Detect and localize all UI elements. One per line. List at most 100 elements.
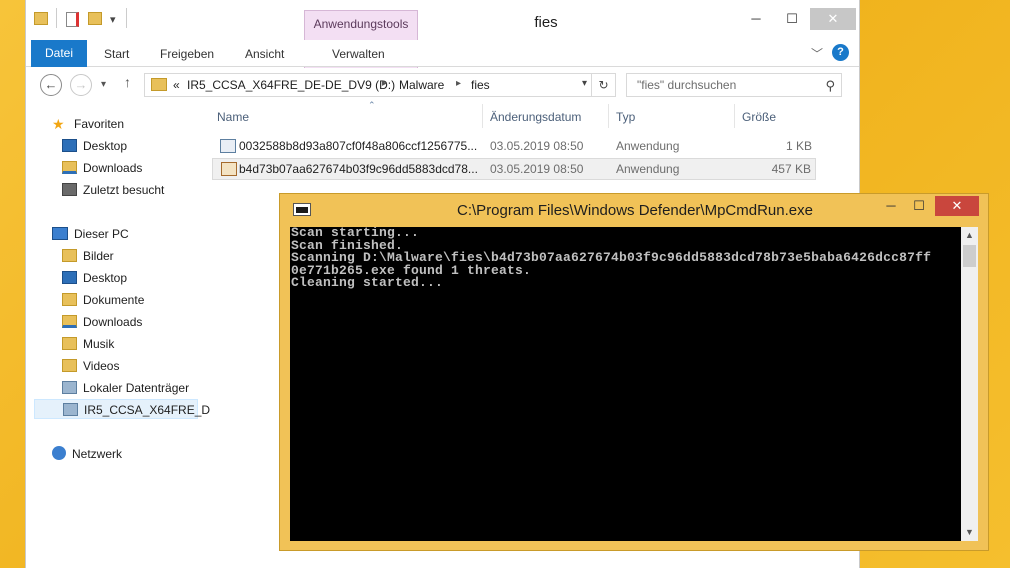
column-header-date[interactable]: Änderungsdatum xyxy=(490,110,581,124)
ribbon-expand-icon[interactable]: ﹀ xyxy=(811,45,823,62)
scroll-up-icon[interactable]: ▲ xyxy=(961,227,978,244)
sidebar-item-label: Musik xyxy=(83,337,115,351)
sidebar-item-pictures[interactable]: Bilder xyxy=(62,246,114,266)
scroll-down-icon[interactable]: ▼ xyxy=(961,524,978,541)
address-bar[interactable]: « IR5_CCSA_X64FRE_DE-DE_DV9 (D:) ▸ Malwa… xyxy=(144,73,616,97)
downloads-icon xyxy=(62,161,77,174)
desktop-icon xyxy=(62,271,77,284)
properties-icon[interactable] xyxy=(66,12,79,27)
sidebar-item-label: Desktop xyxy=(83,139,128,153)
file-name: 0032588b8d93a807cf0f48a806ccf1256775... xyxy=(239,139,478,153)
new-folder-icon[interactable] xyxy=(88,12,102,25)
address-separator-icon[interactable]: ▸ xyxy=(456,78,461,89)
search-input[interactable]: "fies" durchsuchen ⚲ xyxy=(626,73,842,97)
recent-places-icon xyxy=(62,183,77,196)
minimize-button[interactable]: ─ xyxy=(742,8,770,30)
up-button[interactable]: ↑ xyxy=(124,74,131,90)
file-size: 1 KB xyxy=(785,139,812,153)
sidebar-item-pc-downloads[interactable]: Downloads xyxy=(62,312,142,332)
quick-access-dropdown-icon[interactable]: ▾ xyxy=(110,13,116,26)
sidebar-item-network[interactable]: Netzwerk xyxy=(52,444,122,464)
sidebar-item-label: Netzwerk xyxy=(72,447,123,461)
explorer-titlebar: ▾ Anwendungstools fies ─ ☐ ✕ xyxy=(26,0,859,68)
tab-file[interactable]: Datei xyxy=(31,40,87,67)
column-header-size[interactable]: Größe xyxy=(742,110,776,124)
sidebar-item-videos[interactable]: Videos xyxy=(62,356,119,376)
table-row[interactable]: b4d73b07aa627674b03f9c96dd5883dcd78... 0… xyxy=(212,158,816,180)
sidebar-item-label: Desktop xyxy=(83,271,128,285)
column-divider[interactable] xyxy=(734,104,735,128)
column-divider[interactable] xyxy=(482,104,483,128)
computer-icon xyxy=(52,227,68,240)
context-tab-label: Anwendungstools xyxy=(313,17,409,31)
videos-folder-icon xyxy=(62,359,77,372)
toolbar-divider xyxy=(56,8,57,28)
file-date: 03.05.2019 08:50 xyxy=(490,139,584,153)
dvd-drive-icon xyxy=(63,403,78,416)
sidebar-item-dvd-drive[interactable]: IR5_CCSA_X64FRE_D xyxy=(34,399,210,419)
back-button[interactable]: ← xyxy=(40,74,62,96)
address-segment-drive[interactable]: IR5_CCSA_X64FRE_DE-DE_DV9 (D:) xyxy=(187,78,395,92)
navigation-pane: ★ Favoriten Desktop Downloads Zuletzt bes… xyxy=(26,102,210,568)
console-scrollbar[interactable]: ▲ ▼ xyxy=(961,227,978,541)
tab-manage[interactable]: Verwalten xyxy=(332,47,385,61)
search-icon[interactable]: ⚲ xyxy=(825,78,835,94)
recent-locations-icon[interactable]: ▾ xyxy=(101,79,106,90)
help-icon[interactable]: ? xyxy=(832,44,849,61)
column-header-name[interactable]: Name xyxy=(217,110,249,124)
console-close-button[interactable]: ✕ xyxy=(935,196,979,216)
sidebar-item-label: Downloads xyxy=(83,161,143,175)
star-icon: ★ xyxy=(52,116,65,132)
file-date: 03.05.2019 08:50 xyxy=(490,162,584,176)
forward-button[interactable]: → xyxy=(70,74,92,96)
sidebar-item-label: Videos xyxy=(83,359,120,373)
sidebar-item-desktop[interactable]: Desktop xyxy=(62,136,127,156)
column-header-type[interactable]: Typ xyxy=(616,110,635,124)
sidebar-item-label: Zuletzt besucht xyxy=(83,183,165,197)
file-name: b4d73b07aa627674b03f9c96dd5883dcd78... xyxy=(239,162,478,176)
sidebar-item-documents[interactable]: Dokumente xyxy=(62,290,144,310)
close-button[interactable]: ✕ xyxy=(810,8,856,30)
tab-start[interactable]: Start xyxy=(104,47,129,61)
sidebar-item-this-pc[interactable]: Dieser PC xyxy=(52,224,129,244)
sidebar-item-favorites[interactable]: ★ Favoriten xyxy=(52,114,124,134)
console-minimize-button[interactable]: ─ xyxy=(878,196,904,216)
address-overflow[interactable]: « xyxy=(173,78,180,92)
file-type: Anwendung xyxy=(616,139,680,153)
downloads-icon xyxy=(62,315,77,328)
address-segment-fies[interactable]: fies xyxy=(471,78,490,92)
sidebar-item-pc-desktop[interactable]: Desktop xyxy=(62,268,127,288)
network-icon xyxy=(52,446,66,460)
table-row[interactable]: 0032588b8d93a807cf0f48a806ccf1256775... … xyxy=(212,136,816,158)
console-maximize-button[interactable]: ☐ xyxy=(906,196,932,216)
sidebar-item-recent[interactable]: Zuletzt besucht xyxy=(62,180,164,200)
address-dropdown-icon[interactable]: ▾ xyxy=(582,78,587,89)
ribbon: Datei Start Freigeben Ansicht Verwalten … xyxy=(26,40,859,67)
sidebar-item-downloads[interactable]: Downloads xyxy=(62,158,142,178)
address-separator-icon[interactable]: ▸ xyxy=(382,78,387,89)
maximize-button[interactable]: ☐ xyxy=(778,8,806,30)
refresh-icon[interactable]: ↻ xyxy=(591,74,615,96)
address-segment-malware[interactable]: Malware xyxy=(399,78,444,92)
documents-folder-icon xyxy=(62,293,77,306)
tab-share[interactable]: Freigeben xyxy=(160,47,214,61)
sidebar-item-label: Dokumente xyxy=(83,293,145,307)
scrollbar-thumb[interactable] xyxy=(963,245,976,267)
column-divider[interactable] xyxy=(608,104,609,128)
pictures-folder-icon xyxy=(62,249,77,262)
sidebar-item-label: Bilder xyxy=(83,249,114,263)
sidebar-item-local-disk[interactable]: Lokaler Datenträger xyxy=(62,378,189,398)
file-size: 457 KB xyxy=(771,162,811,176)
folder-icon xyxy=(151,78,167,91)
console-line: Cleaning started... xyxy=(291,275,444,291)
music-folder-icon xyxy=(62,337,77,350)
sidebar-item-label: Lokaler Datenträger xyxy=(83,381,190,395)
console-output[interactable]: Scan starting... Scan finished. Scanning… xyxy=(290,227,961,541)
window-title: fies xyxy=(534,14,558,31)
sidebar-item-label: Dieser PC xyxy=(74,227,129,241)
navigation-bar: ← → ▾ ↑ « IR5_CCSA_X64FRE_DE-DE_DV9 (D:)… xyxy=(26,68,859,102)
tab-view[interactable]: Ansicht xyxy=(245,47,284,61)
application-icon xyxy=(220,139,236,153)
malware-app-icon xyxy=(221,162,237,176)
sidebar-item-music[interactable]: Musik xyxy=(62,334,114,354)
